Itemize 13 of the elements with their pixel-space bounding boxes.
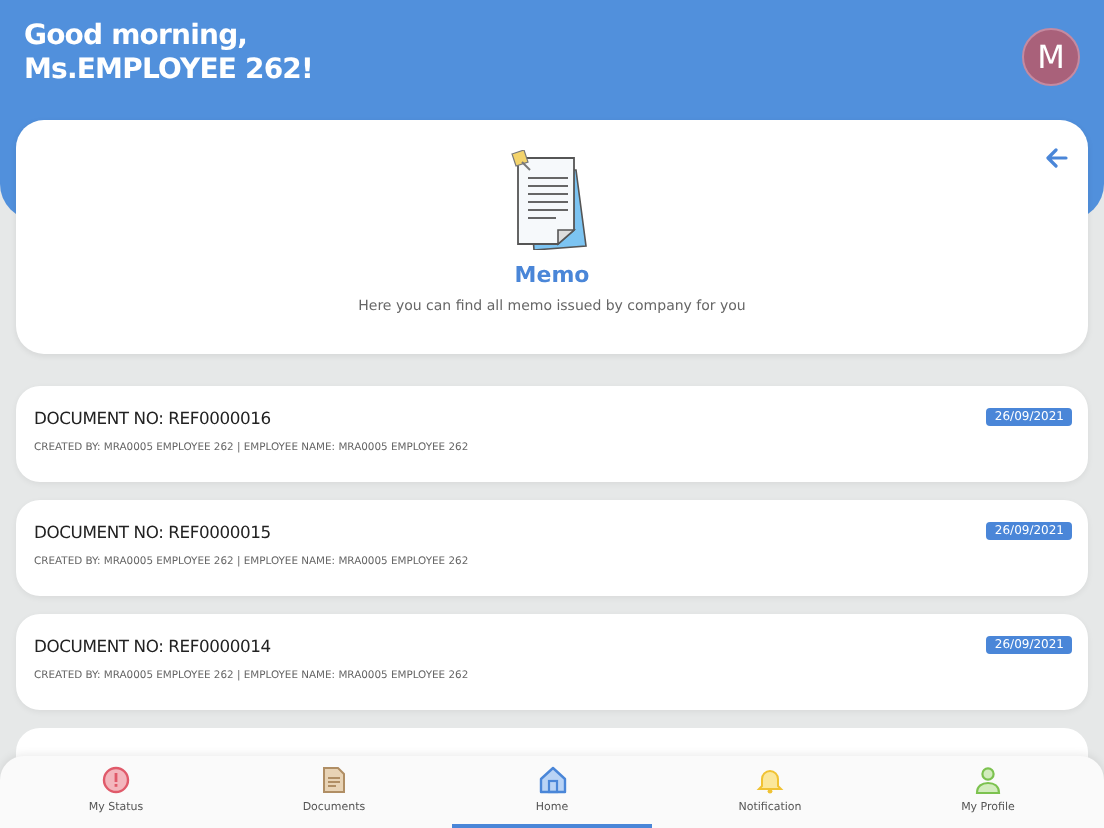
document-number: DOCUMENT NO: REF0000014	[34, 636, 273, 656]
bell-icon	[756, 766, 784, 794]
alert-icon	[102, 766, 130, 794]
avatar[interactable]: M	[1022, 28, 1080, 86]
person-icon	[974, 766, 1002, 794]
back-arrow-icon[interactable]	[1046, 148, 1068, 168]
document-number: DOCUMENT NO: REF0000015	[34, 522, 273, 542]
document-icon	[322, 766, 346, 794]
greeting-text: Good morning,	[24, 20, 250, 54]
memo-title: Memo	[514, 262, 590, 288]
document-number: DOCUMENT NO: REF0000016	[34, 408, 273, 428]
user-name: Ms.EMPLOYEE 262!	[24, 54, 314, 88]
home-icon	[537, 766, 567, 794]
